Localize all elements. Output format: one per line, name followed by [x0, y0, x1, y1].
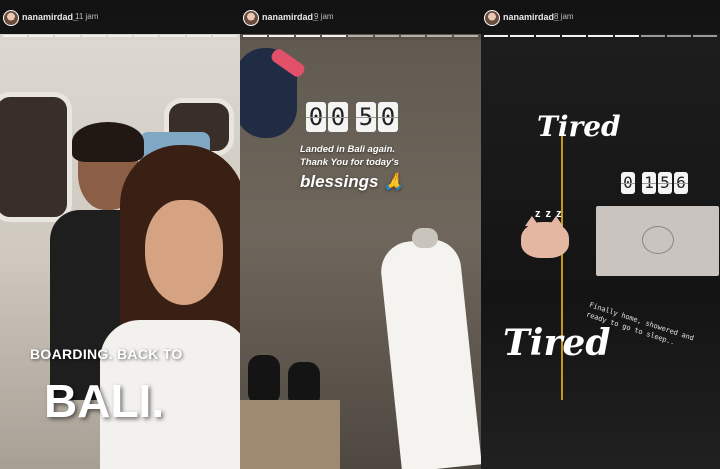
- avatar-icon[interactable]: [484, 10, 500, 26]
- clock-digit: 6: [674, 172, 688, 194]
- sleeping-cat-icon: [521, 216, 569, 258]
- tired-title-bottom: Tired: [503, 322, 611, 364]
- story-username[interactable]: nanamirdad_: [22, 12, 78, 22]
- clock-digit: 0: [328, 102, 348, 132]
- clock-digit: 5: [356, 102, 376, 132]
- white-card: [596, 206, 719, 276]
- caption-line-1: Landed in Bali again.: [300, 144, 396, 155]
- story-header: nanamirdad_ 11 jam: [0, 0, 240, 34]
- caption-line-3: blessings 🙏: [300, 172, 405, 191]
- airplane-window: [0, 92, 72, 222]
- story-time: 11 jam: [75, 12, 99, 21]
- tired-title-top: Tired: [537, 110, 621, 143]
- clock-digit: 5: [658, 172, 672, 194]
- story-caption: Landed in Bali again. Thank You for toda…: [300, 143, 480, 169]
- shoe: [412, 228, 438, 248]
- story-panel-1[interactable]: nanamirdad_ 11 jam BOARDING. BACK TO BAL…: [0, 0, 240, 469]
- story-caption-line-2: BALI.: [44, 375, 165, 427]
- flip-clock-sticker: 0 0 5 0: [306, 102, 398, 132]
- man-hair: [72, 122, 144, 162]
- story-header: nanamirdad_ 8 jam: [481, 0, 720, 34]
- black-shoe: [248, 355, 280, 405]
- story-progress-bar: [484, 35, 717, 38]
- story-progress-bar: [243, 35, 478, 38]
- clock-digit: 1: [642, 172, 656, 194]
- clock-digit: 0: [621, 172, 635, 194]
- flip-clock-sticker: 0 1 5 6: [621, 172, 688, 194]
- story-panel-2[interactable]: nanamirdad_ 9 jam 0 0 5 0 Landed in Bali…: [240, 0, 481, 469]
- caption-line-2: Thank You for today's: [300, 157, 399, 168]
- avatar-icon[interactable]: [3, 10, 19, 26]
- story-progress-bar: [3, 35, 237, 38]
- story-username[interactable]: nanamirdad_: [503, 12, 559, 22]
- story-username[interactable]: nanamirdad_: [262, 12, 318, 22]
- card-logo: [642, 226, 674, 254]
- khaki-trousers: [240, 400, 340, 469]
- story-panel-3[interactable]: nanamirdad_ 8 jam Tired 0 1 5 6 z z z Fi…: [481, 0, 720, 469]
- woman-face: [145, 200, 223, 305]
- story-caption-line-1: BOARDING. BACK TO: [30, 346, 183, 362]
- avatar-icon[interactable]: [243, 10, 259, 26]
- story-time: 9 jam: [314, 12, 334, 21]
- story-time: 8 jam: [554, 12, 574, 21]
- clock-digit: 0: [306, 102, 326, 132]
- story-header: nanamirdad_ 9 jam: [240, 0, 481, 34]
- clock-digit: 0: [378, 102, 398, 132]
